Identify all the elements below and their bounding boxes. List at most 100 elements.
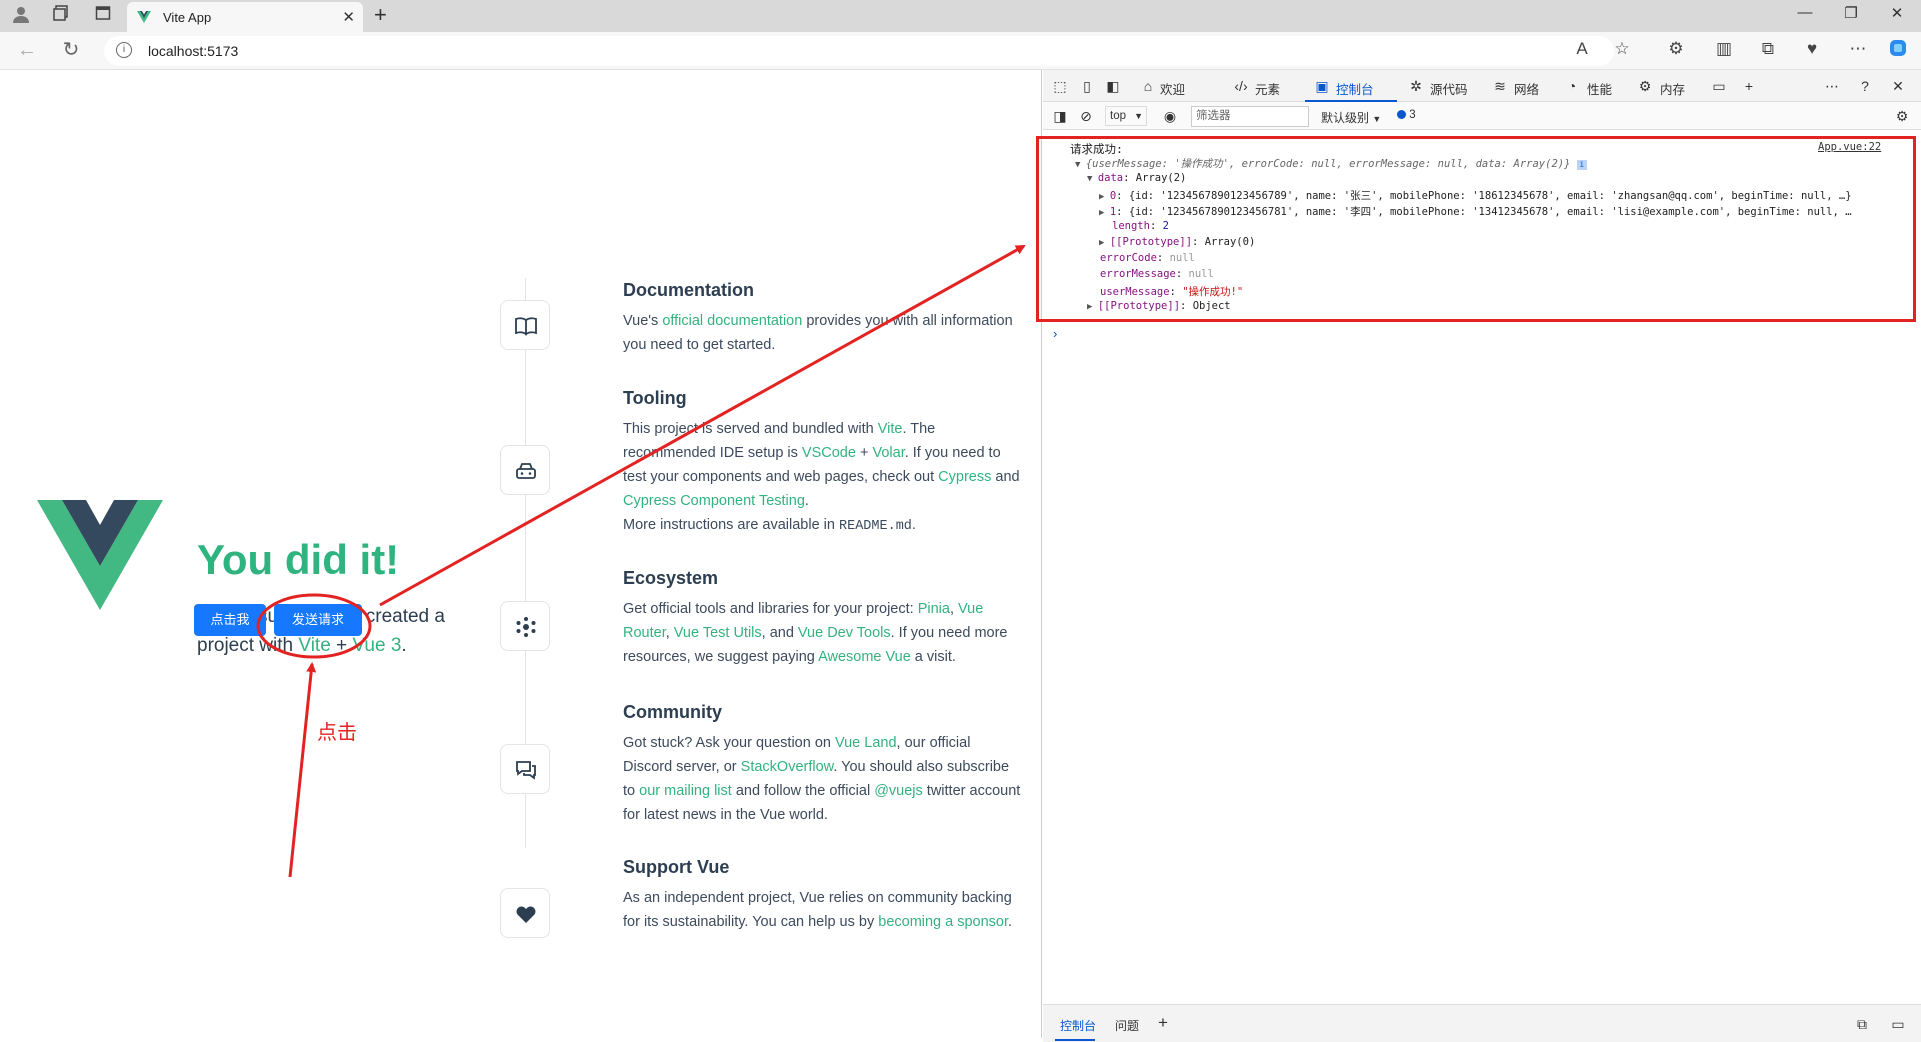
- console-prompt-chevron-icon[interactable]: ›: [1053, 326, 1057, 341]
- restore-icon[interactable]: ❐: [1836, 4, 1866, 22]
- address-bar[interactable]: i localhost:5173: [104, 36, 1614, 66]
- read-aloud-icon[interactable]: A: [1570, 38, 1594, 62]
- vuejs-twitter-link[interactable]: @vuejs: [874, 783, 923, 799]
- devtools-close-icon[interactable]: ✕: [1889, 77, 1907, 95]
- becoming-sponsor-link[interactable]: becoming a sponsor: [878, 914, 1008, 930]
- drawer-add-tab-icon[interactable]: +: [1158, 1013, 1168, 1033]
- support-title: Support Vue: [623, 857, 730, 877]
- vue3-link[interactable]: Vue 3: [352, 635, 401, 656]
- log-source-link[interactable]: App.vue:22: [1818, 141, 1881, 153]
- data-row-1[interactable]: ▶ 1: {id: '1234567890123456781', name: '…: [1099, 204, 1909, 219]
- live-expression-eye-icon[interactable]: ◉: [1161, 107, 1179, 125]
- vue-test-utils-link[interactable]: Vue Test Utils: [674, 625, 762, 641]
- window-close-icon[interactable]: ✕: [1882, 4, 1912, 22]
- drawer-active-indicator: [1055, 1039, 1095, 1041]
- vite-docs-link[interactable]: Vite: [878, 421, 903, 437]
- tooling-icon: [500, 445, 550, 495]
- vue-app-page: You did it! You've successfully created …: [4, 70, 1042, 1038]
- context-selector[interactable]: top ▼: [1105, 106, 1147, 126]
- mailing-list-link[interactable]: our mailing list: [639, 783, 732, 799]
- vertical-tabs-icon[interactable]: [92, 5, 114, 27]
- tab-memory[interactable]: 内存: [1660, 79, 1685, 98]
- context-value: top: [1110, 110, 1126, 122]
- array-prototype[interactable]: ▶ [[Prototype]]: Array(0): [1099, 236, 1255, 248]
- tab-network[interactable]: 网络: [1514, 79, 1539, 98]
- tab-sources[interactable]: 源代码: [1430, 79, 1468, 98]
- cypress-link[interactable]: Cypress: [938, 469, 991, 485]
- collections-icon[interactable]: [50, 5, 72, 27]
- object-prototype[interactable]: ▶ [[Prototype]]: Object: [1087, 300, 1231, 312]
- dock-side-icon[interactable]: ◧: [1104, 77, 1122, 95]
- profile-icon[interactable]: [10, 5, 32, 27]
- copilot-icon[interactable]: [1886, 38, 1910, 62]
- clear-console-icon[interactable]: ⊘: [1077, 107, 1095, 125]
- row0-index: 0: [1109, 190, 1117, 202]
- vue-land-link[interactable]: Vue Land: [835, 735, 897, 751]
- back-icon[interactable]: ←: [14, 39, 40, 61]
- eco-text-1: Get official tools and libraries for you…: [623, 601, 918, 617]
- drawer-tab-issues[interactable]: 问题: [1115, 1017, 1139, 1034]
- tab-close-icon[interactable]: ✕: [342, 8, 355, 26]
- vite-link[interactable]: Vite: [298, 635, 330, 656]
- inspect-element-icon[interactable]: ⬚: [1051, 77, 1069, 95]
- issues-icon: [1397, 110, 1406, 119]
- new-tab-icon[interactable]: +: [374, 4, 387, 26]
- collections-toolbar-icon[interactable]: ⧉: [1756, 38, 1780, 62]
- tab-elements[interactable]: 元素: [1255, 79, 1280, 98]
- community-title: Community: [623, 702, 722, 722]
- hero-dot: .: [401, 635, 407, 656]
- drawer-undock-icon[interactable]: ⧉: [1853, 1015, 1871, 1033]
- stackoverflow-link[interactable]: StackOverflow: [741, 759, 834, 775]
- drawer-tab-console[interactable]: 控制台: [1060, 1017, 1096, 1034]
- send-request-button[interactable]: 发送请求: [274, 604, 362, 636]
- minimize-icon[interactable]: —: [1790, 4, 1820, 21]
- cypress-component-testing-link[interactable]: Cypress Component Testing: [623, 493, 805, 509]
- site-info-icon[interactable]: i: [116, 42, 132, 58]
- context-dropdown-icon: ▼: [1134, 111, 1143, 121]
- split-screen-icon[interactable]: ▥: [1712, 38, 1736, 62]
- browser-tab-active[interactable]: Vite App ✕: [127, 2, 363, 32]
- refresh-icon[interactable]: ↻: [58, 39, 84, 61]
- browser-essentials-icon[interactable]: ♥: [1800, 38, 1824, 62]
- more-tools-plus-icon[interactable]: +: [1740, 77, 1758, 95]
- sidebar-toggle-icon[interactable]: ◨: [1051, 107, 1069, 125]
- log-level-value: 默认级别: [1321, 111, 1370, 125]
- awesome-vue-link[interactable]: Awesome Vue: [818, 649, 911, 665]
- click-me-button[interactable]: 点击我: [194, 604, 266, 636]
- documentation-icon: [500, 300, 550, 350]
- extensions-icon[interactable]: ⚙: [1664, 38, 1688, 62]
- log-level-selector[interactable]: 默认级别 ▼: [1321, 109, 1381, 126]
- tab-welcome[interactable]: 欢迎: [1160, 79, 1185, 98]
- device-emulation-icon[interactable]: ▯: [1078, 77, 1096, 95]
- console-filter-input[interactable]: 筛选器: [1191, 106, 1309, 127]
- data-property[interactable]: ▼ data: Array(2): [1087, 172, 1186, 184]
- data-row-0[interactable]: ▶ 0: {id: '1234567890123456789', name: '…: [1099, 188, 1909, 203]
- expand-triangle-icon[interactable]: ▼: [1075, 160, 1086, 170]
- more-menu-icon[interactable]: ⋯: [1846, 38, 1870, 62]
- console-settings-gear-icon[interactable]: ⚙: [1893, 107, 1911, 125]
- help-icon[interactable]: ?: [1856, 77, 1874, 95]
- pinia-link[interactable]: Pinia: [918, 601, 950, 617]
- application-icon[interactable]: ▭: [1710, 77, 1728, 95]
- info-badge-icon[interactable]: i: [1576, 160, 1587, 170]
- tab-performance[interactable]: 性能: [1587, 79, 1612, 98]
- vscode-link[interactable]: VSCode: [802, 445, 856, 461]
- hero-plus: +: [330, 635, 353, 656]
- drawer-collapse-icon[interactable]: ▭: [1889, 1015, 1907, 1033]
- array-proto-expand-icon[interactable]: ▶: [1099, 238, 1110, 248]
- volar-link[interactable]: Volar: [872, 445, 904, 461]
- summary-part-3: , errorMessage:: [1336, 158, 1438, 170]
- official-documentation-link[interactable]: official documentation: [662, 313, 802, 329]
- row1-expand-icon[interactable]: ▶: [1099, 208, 1110, 218]
- log-object-summary[interactable]: ▼ {userMessage: '操作成功', errorCode: null,…: [1075, 156, 1587, 171]
- favorite-star-icon[interactable]: ☆: [1610, 38, 1634, 62]
- row0-expand-icon[interactable]: ▶: [1099, 192, 1110, 202]
- documentation-text: Vue's official documentation provides yo…: [623, 309, 1023, 357]
- tab-console[interactable]: 控制台: [1336, 79, 1374, 98]
- devtools-more-icon[interactable]: ⋯: [1823, 77, 1841, 95]
- vue-dev-tools-link[interactable]: Vue Dev Tools: [798, 625, 891, 641]
- object-proto-expand-icon[interactable]: ▶: [1087, 302, 1098, 312]
- devtools-drawer: 控制台 问题 + ⧉ ▭: [1043, 1004, 1921, 1042]
- data-expand-icon[interactable]: ▼: [1087, 174, 1098, 184]
- issues-badge[interactable]: 3: [1397, 109, 1416, 121]
